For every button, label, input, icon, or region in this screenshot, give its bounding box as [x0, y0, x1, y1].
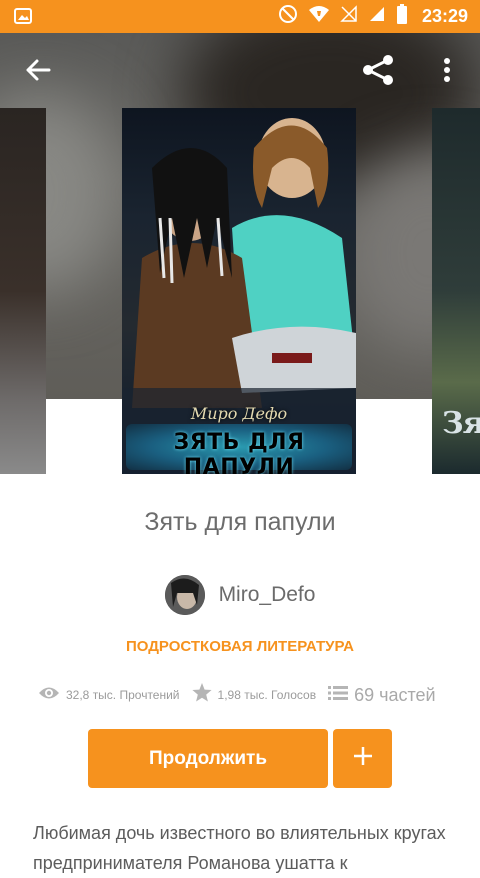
avatar[interactable] [164, 575, 205, 615]
eye-icon [38, 686, 66, 705]
no-disturb-icon [278, 4, 298, 29]
add-to-library-button[interactable] [333, 729, 392, 788]
parts-count: 69 частей [354, 684, 436, 705]
cover-title-text: ЗЯТЬ ДЛЯ ПАПУЛИ [173, 430, 305, 474]
star-icon [191, 683, 218, 707]
battery-icon [396, 4, 408, 29]
clock: 23:29 [421, 6, 468, 26]
votes-stat: 1,98 тыс. Голосов [191, 683, 317, 707]
cover-author-text: Миро Дефо [190, 404, 288, 423]
back-arrow-icon[interactable] [16, 53, 60, 87]
reads-stat: 32,8 тыс. Прочтений [38, 686, 180, 705]
app-bar [0, 33, 480, 105]
list-icon [328, 685, 354, 706]
reads-count: 32,8 тыс. Прочтений [66, 688, 180, 702]
next-cover-title-text: Зя [442, 406, 480, 441]
signal-icon [368, 5, 386, 28]
stats-row: 32,8 тыс. Прочтений 1,98 тыс. Голосов 69… [38, 682, 448, 708]
image-icon [14, 8, 32, 24]
author-name[interactable]: Miro_Defo [219, 583, 316, 607]
author-row[interactable]: Miro_Defo [0, 575, 480, 615]
share-icon[interactable] [356, 51, 400, 89]
wifi-icon [308, 5, 330, 28]
next-book-cover[interactable]: Зя [432, 108, 480, 474]
book-title: Зять для папули [144, 508, 336, 536]
more-icon[interactable] [430, 51, 464, 89]
votes-count: 1,98 тыс. Голосов [217, 688, 317, 702]
genre-link[interactable]: ПОДРОСТКОВАЯ ЛИТЕРАТУРА [0, 638, 480, 655]
parts-stat: 69 частей [328, 685, 436, 706]
previous-book-cover[interactable] [0, 108, 46, 474]
book-cover[interactable]: Миро Дефо ЗЯТЬ ДЛЯ ПАПУЛИ [122, 108, 356, 474]
plus-icon [353, 746, 373, 771]
status-bar: 23:29 [0, 0, 480, 33]
continue-button[interactable]: Продолжить [88, 729, 328, 788]
book-description: Любимая дочь известного во влиятельных к… [33, 823, 446, 873]
signal-icon [340, 5, 358, 28]
